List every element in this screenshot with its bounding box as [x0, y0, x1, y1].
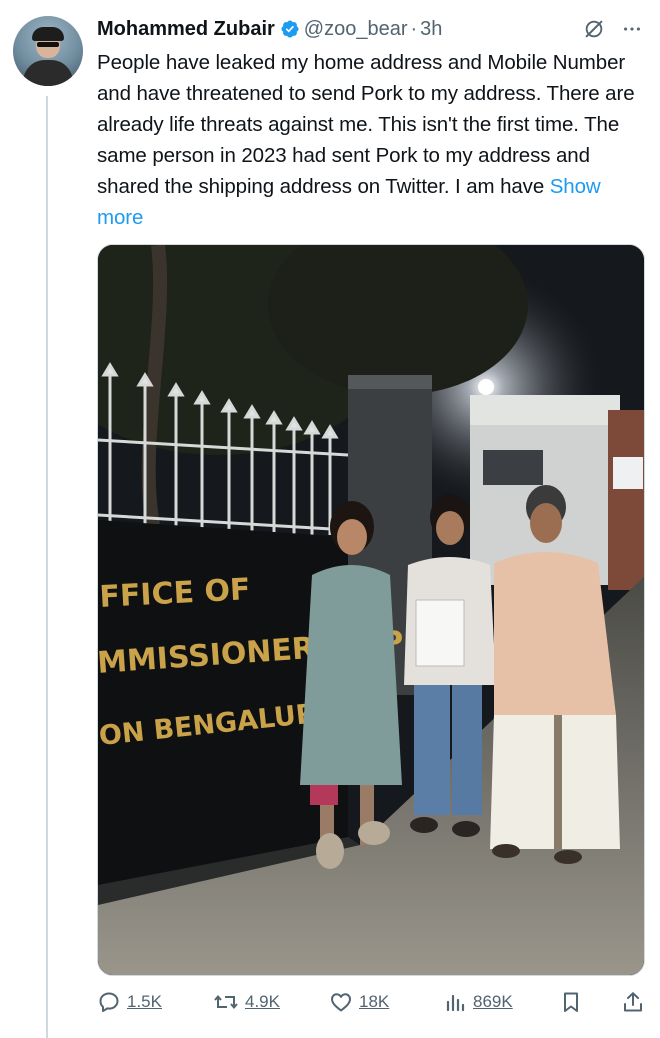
photo-scene: FFICE OF MMISSIONER OF P ON BENGALURU CI…	[98, 245, 644, 975]
tweet-actions: 1.5K 4.9K 18K 869K	[97, 984, 647, 1020]
share-button[interactable]	[621, 990, 651, 1014]
grok-icon[interactable]	[583, 18, 605, 40]
retweet-count: 4.9K	[245, 992, 280, 1011]
separator-dot: ·	[410, 17, 418, 40]
like-count: 18K	[359, 992, 390, 1011]
thread-line	[46, 96, 48, 1038]
views-count: 869K	[473, 992, 513, 1011]
like-icon	[331, 993, 351, 1012]
like-button[interactable]: 18K	[329, 990, 389, 1014]
reply-count: 1.5K	[127, 992, 162, 1011]
author-name[interactable]: Mohammed Zubair	[97, 18, 275, 41]
views-icon	[446, 994, 465, 1012]
timestamp[interactable]: 3h	[420, 18, 442, 41]
bookmark-button[interactable]	[559, 990, 589, 1014]
avatar[interactable]	[13, 16, 83, 86]
reply-button[interactable]: 1.5K	[97, 990, 162, 1014]
tweet-photo[interactable]: FFICE OF MMISSIONER OF P ON BENGALURU CI…	[97, 244, 645, 976]
retweet-icon	[214, 994, 238, 1010]
views-button[interactable]: 869K	[443, 990, 513, 1014]
more-icon[interactable]	[621, 18, 643, 40]
tweet-text: People have leaked my home address and M…	[97, 47, 647, 233]
tweet-header: Mohammed Zubair @zoo_bear · 3h	[97, 14, 643, 44]
share-icon	[624, 992, 642, 1012]
reply-icon	[99, 992, 119, 1012]
bookmark-icon	[564, 992, 578, 1012]
retweet-button[interactable]: 4.9K	[213, 990, 280, 1014]
verified-badge-icon	[281, 20, 299, 38]
author-handle[interactable]: @zoo_bear	[304, 18, 408, 41]
